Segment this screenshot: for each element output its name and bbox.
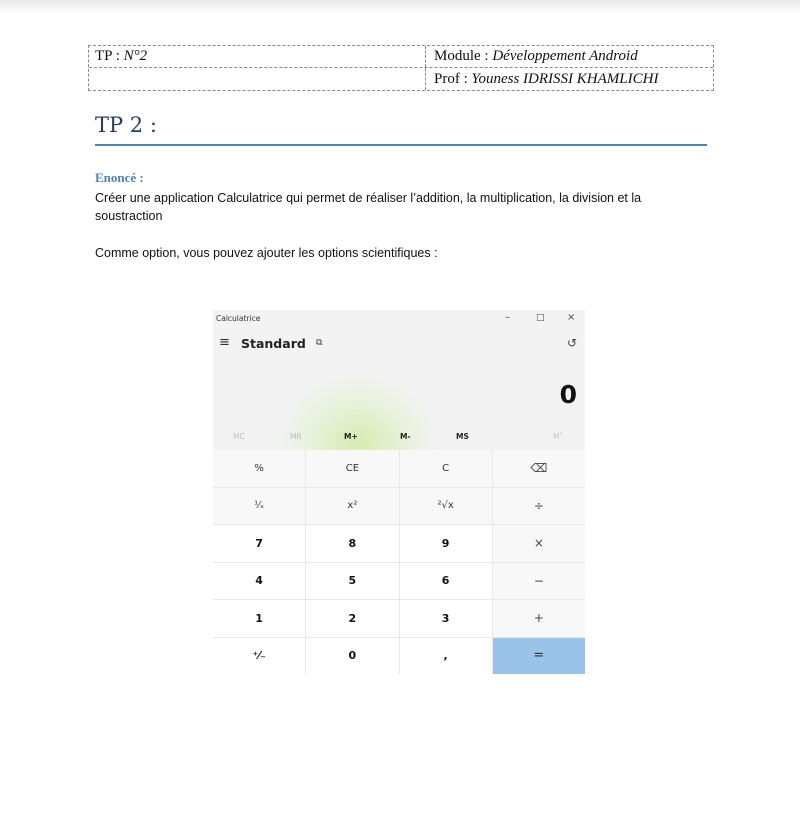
digit-9-key[interactable]: 9 (399, 525, 492, 562)
memory-subtract-button[interactable]: M- (400, 432, 411, 441)
module-cell: Module : Développement Android (426, 46, 713, 67)
document-header-table: TP : N°2 Module : Développement Android … (88, 45, 714, 91)
prof-label: Prof : (434, 71, 472, 87)
calculator-titlebar: Calculatrice – □ × (213, 310, 585, 330)
clear-key[interactable]: C (399, 450, 492, 487)
memory-store-button[interactable]: MS (456, 432, 469, 441)
square-root-key[interactable]: ²√x (399, 487, 492, 524)
prof-value: Youness IDRISSI KHAMLICHI (471, 71, 659, 87)
digit-7-key[interactable]: 7 (213, 525, 306, 562)
calculator-app-title: Calculatrice (216, 314, 261, 323)
header-row-2: Prof : Youness IDRISSI KHAMLICHI (89, 67, 713, 90)
digit-4-key[interactable]: 4 (213, 562, 306, 599)
header-row-1: TP : N°2 Module : Développement Android (89, 46, 713, 67)
calculator-display: 0 (559, 380, 577, 409)
memory-add-button[interactable]: M+ (344, 432, 358, 441)
history-icon[interactable]: ↺ (567, 336, 577, 350)
maximize-icon[interactable]: □ (536, 313, 545, 323)
digit-1-key[interactable]: 1 (213, 600, 306, 637)
module-label: Module : (434, 48, 493, 64)
digit-2-key[interactable]: 2 (306, 600, 399, 637)
equals-key[interactable]: = (492, 637, 585, 674)
memory-list-button[interactable]: M˅ (553, 432, 563, 441)
page-top-shade (0, 0, 800, 14)
keypad: % CE C ⌫ ¹⁄ₓ x² ²√x ÷ 7 8 9 × 4 5 6 − 1 … (213, 450, 585, 674)
minimize-icon[interactable]: – (505, 312, 510, 323)
reciprocal-key[interactable]: ¹⁄ₓ (213, 487, 306, 524)
minus-key[interactable]: − (492, 562, 585, 599)
square-key[interactable]: x² (306, 487, 399, 524)
mode-title: Standard (241, 336, 306, 351)
page-title: TP 2 : (95, 113, 707, 146)
calculator-screenshot: Calculatrice – □ × ≡ Standard ⧉ ↺ 0 MC M… (213, 310, 585, 674)
plus-key[interactable]: + (492, 600, 585, 637)
keep-on-top-icon[interactable]: ⧉ (316, 338, 322, 348)
digit-5-key[interactable]: 5 (306, 562, 399, 599)
digit-6-key[interactable]: 6 (399, 562, 492, 599)
instruction-paragraph: Créer une application Calculatrice qui p… (95, 191, 642, 223)
module-value: Développement Android (492, 48, 638, 64)
memory-bar: MC MR M+ M- MS M˅ (213, 431, 585, 445)
close-icon[interactable]: × (567, 312, 575, 323)
clear-entry-key[interactable]: CE (306, 450, 399, 487)
memory-clear-button[interactable]: MC (233, 432, 245, 441)
digit-3-key[interactable]: 3 (399, 600, 492, 637)
hamburger-menu-icon[interactable]: ≡ (219, 335, 230, 350)
calculator-mode-bar: ≡ Standard ⧉ ↺ (213, 334, 585, 354)
multiply-key[interactable]: × (492, 525, 585, 562)
percent-key[interactable]: % (213, 450, 306, 487)
divide-key[interactable]: ÷ (492, 487, 585, 524)
tp-value: N°2 (123, 48, 148, 64)
digit-0-key[interactable]: 0 (306, 637, 399, 674)
enonce-heading: Enoncé : (95, 170, 144, 185)
memory-recall-button[interactable]: MR (290, 432, 302, 441)
negate-key[interactable]: ⁺⁄₋ (213, 637, 306, 674)
empty-cell (89, 68, 426, 90)
tp-cell: TP : N°2 (89, 46, 426, 67)
decimal-key[interactable]: , (399, 637, 492, 674)
prof-cell: Prof : Youness IDRISSI KHAMLICHI (426, 68, 713, 90)
backspace-key[interactable]: ⌫ (492, 450, 585, 487)
option-paragraph: Comme option, vous pouvez ajouter les op… (95, 246, 438, 260)
tp-label: TP : (95, 48, 124, 64)
digit-8-key[interactable]: 8 (306, 525, 399, 562)
